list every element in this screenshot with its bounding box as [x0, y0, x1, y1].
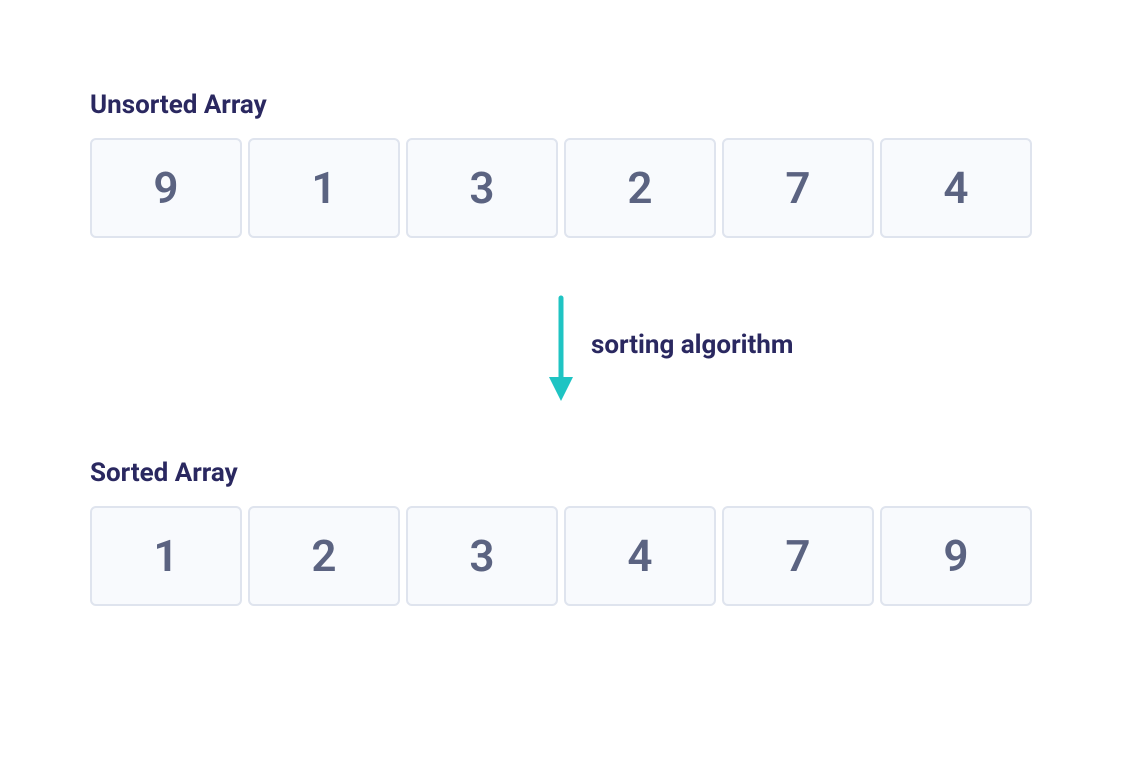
sorted-array-label: Sorted Array: [90, 458, 1032, 488]
sorted-section: Sorted Array 1 2 3 4 7 9: [90, 458, 1032, 606]
unsorted-section: Unsorted Array 9 1 3 2 7 4: [90, 90, 1032, 238]
array-cell: 9: [90, 138, 242, 238]
array-cell: 3: [406, 506, 558, 606]
unsorted-array-row: 9 1 3 2 7 4: [90, 138, 1032, 238]
arrow-label: sorting algorithm: [591, 330, 793, 360]
array-cell: 1: [248, 138, 400, 238]
array-cell: 9: [880, 506, 1032, 606]
arrow-down-icon: [546, 293, 576, 403]
array-cell: 4: [880, 138, 1032, 238]
unsorted-array-label: Unsorted Array: [90, 90, 1032, 120]
sorted-array-row: 1 2 3 4 7 9: [90, 506, 1032, 606]
array-cell: 7: [722, 138, 874, 238]
arrow-area: sorting algorithm: [90, 288, 1032, 408]
array-cell: 7: [722, 506, 874, 606]
array-cell: 1: [90, 506, 242, 606]
array-cell: 2: [564, 138, 716, 238]
array-cell: 4: [564, 506, 716, 606]
array-cell: 3: [406, 138, 558, 238]
array-cell: 2: [248, 506, 400, 606]
